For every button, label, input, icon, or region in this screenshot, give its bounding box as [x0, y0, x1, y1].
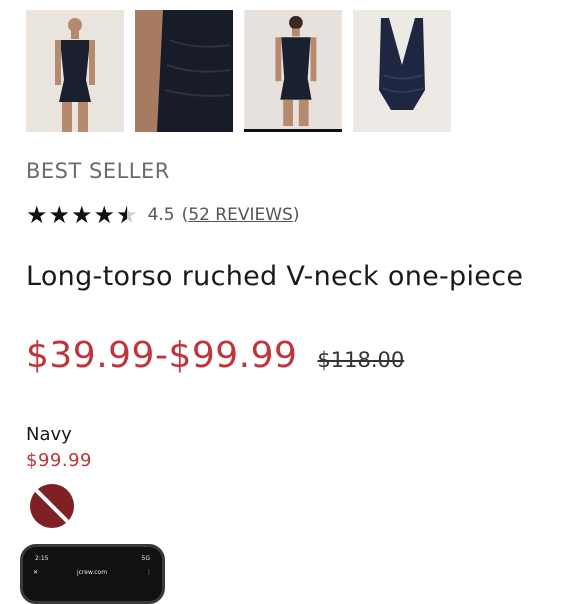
model-back-image — [245, 10, 341, 129]
product-title: Long-torso ruched V-neck one-piece — [26, 261, 524, 292]
phone-time: 2:15 — [35, 555, 49, 562]
color-swatch-navy[interactable] — [30, 484, 74, 528]
best-seller-badge: BEST SELLER — [26, 159, 170, 183]
original-price: $118.00 — [317, 348, 405, 372]
image-gallery — [26, 10, 451, 132]
rating-value: 4.5 — [147, 205, 175, 225]
model-front-image — [26, 10, 124, 132]
star-icon: ★ — [71, 201, 93, 229]
reviews-link-label[interactable]: 52 REVIEWS — [188, 205, 293, 225]
sale-price-range: $39.99-$99.99 — [26, 335, 298, 376]
phone-browser-bar: ✕ jcrew.com ⋮ — [33, 569, 152, 576]
gallery-thumbnail-detail[interactable] — [135, 10, 233, 132]
reviews-link[interactable]: (52 REVIEWS) — [182, 205, 300, 225]
model-detail-image — [135, 10, 233, 132]
share-icon[interactable]: ⋮ — [146, 569, 152, 576]
star-icon: ★ — [48, 201, 71, 229]
phone-status-bar: 2:15 5G — [35, 555, 150, 562]
phone-url[interactable]: jcrew.com — [77, 569, 107, 576]
gallery-thumbnail-front[interactable] — [26, 10, 124, 132]
gallery-thumbnail-back[interactable] — [244, 10, 342, 132]
phone-network: 5G — [141, 555, 150, 562]
gallery-thumbnail-flat[interactable] — [353, 10, 451, 132]
close-icon[interactable]: ✕ — [33, 569, 38, 576]
phone-overlay: 2:15 5G ✕ jcrew.com ⋮ — [20, 544, 165, 604]
star-rating: ★ ★ ★ ★ ★ — [26, 203, 138, 227]
selected-color-price: $99.99 — [26, 450, 92, 471]
star-icon: ★ — [26, 201, 48, 229]
selected-color-name: Navy — [26, 424, 72, 445]
rating-row: ★ ★ ★ ★ ★ 4.5 (52 REVIEWS) — [26, 203, 299, 227]
half-star-icon: ★ — [116, 203, 138, 227]
swimsuit-flat-image — [353, 10, 451, 132]
price-row: $39.99-$99.99 $118.00 — [26, 335, 404, 376]
star-icon: ★ — [93, 201, 116, 229]
